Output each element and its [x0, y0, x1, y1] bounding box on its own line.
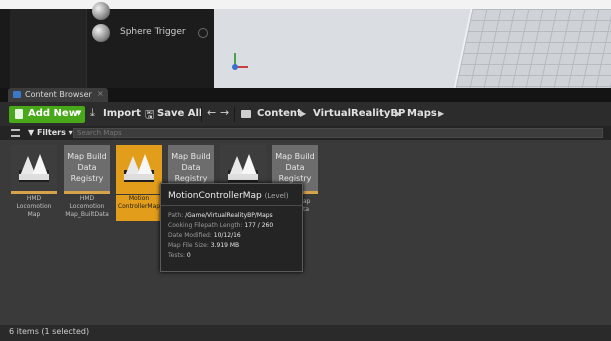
save-icon: 🖫: [145, 108, 155, 121]
asset-name: HMD Locomotion Map: [16, 195, 52, 218]
place-item-sphere-trigger[interactable]: Sphere Trigger: [92, 23, 210, 43]
asset-type-stripe: [64, 191, 110, 194]
tooltip-row-date-modified: Date Modified: 10/12/16: [168, 232, 241, 239]
breadcrumb-virtualrealitybp[interactable]: VirtualRealityBP: [313, 108, 405, 119]
item-count: 6 items (1 selected): [9, 327, 90, 336]
place-item-label: Sphere Trigger: [120, 27, 186, 37]
info-icon[interactable]: [198, 28, 208, 38]
new-file-icon: [15, 109, 23, 119]
place-item[interactable]: [92, 1, 210, 21]
add-new-label: Add New: [28, 108, 78, 119]
level-map-icon: [228, 154, 258, 182]
content-browser-icon: [13, 91, 21, 98]
asset-tooltip: MotionControllerMap (Level) Path: /Game/…: [160, 183, 303, 272]
asset-thumbnail-label: Map Build Data Registry: [171, 152, 211, 183]
tooltip-row-cooking-length: Cooking Filepath Length: 177 / 260: [168, 222, 274, 229]
breadcrumb-arrow-icon[interactable]: ▶: [395, 109, 401, 118]
tab-content-browser[interactable]: Content Browser ×: [8, 88, 108, 102]
tooltip-row-tests: Tests: 0: [168, 252, 191, 259]
tooltip-row-path: Path: /Game/VirtualRealityBP/Maps: [168, 212, 273, 219]
viewport-floor-grid: [453, 9, 611, 88]
asset-tile-hmd-builtdata[interactable]: Map Build Data Registry HMD Locomotion M…: [64, 145, 110, 227]
add-new-button[interactable]: Add New ▼: [9, 106, 85, 123]
asset-thumbnail-label: Map Build Data Registry: [275, 152, 315, 183]
import-button[interactable]: Import: [103, 108, 141, 119]
asset-type-stripe: [116, 191, 162, 194]
tooltip-title: MotionControllerMap (Level): [168, 191, 289, 201]
tooltip-divider: [161, 205, 302, 206]
sources-toggle-icon[interactable]: [11, 129, 20, 137]
tab-label: Content Browser: [25, 90, 92, 99]
breadcrumb-content[interactable]: Content: [257, 108, 302, 119]
asset-thumbnail: [116, 145, 162, 191]
asset-type-stripe: [11, 191, 57, 194]
level-viewport[interactable]: [214, 9, 611, 88]
asset-thumbnail-label: Map Build Data Registry: [67, 152, 107, 183]
breadcrumb-maps[interactable]: Maps: [407, 108, 437, 119]
search-input[interactable]: [73, 128, 603, 138]
status-bar: 6 items (1 selected): [0, 325, 611, 341]
asset-view[interactable]: HMD Locomotion Map Map Build Data Regist…: [0, 140, 611, 325]
level-map-icon: [124, 154, 154, 182]
import-icon: ⤓: [90, 106, 95, 119]
asset-name: Motion ControllerMap: [116, 195, 162, 221]
tooltip-row-file-size: Map File Size: 3.919 MB: [168, 242, 240, 249]
asset-thumbnail: Map Build Data Registry: [64, 145, 110, 191]
actor-thumbnail-icon: [92, 2, 110, 20]
toolbar-divider: [201, 107, 202, 122]
save-all-button[interactable]: Save All: [157, 108, 202, 119]
asset-name-fragment: ta: [303, 206, 310, 213]
breadcrumb-arrow-icon[interactable]: ▶: [300, 109, 306, 118]
asset-tile-hmd-locomotion-map[interactable]: HMD Locomotion Map: [11, 145, 57, 227]
chevron-down-icon: ▼: [76, 109, 82, 117]
asset-name-fragment: ap: [303, 198, 311, 205]
forward-arrow-icon[interactable]: →: [220, 106, 229, 119]
breadcrumb-arrow-icon[interactable]: ▶: [438, 109, 444, 118]
place-actors-panel: Sphere Trigger: [86, 2, 215, 88]
left-gap: [0, 9, 10, 88]
filter-bar: ▼ Filters ▾: [0, 126, 611, 140]
sphere-icon: [92, 24, 110, 42]
folder-icon: [241, 110, 251, 118]
toolbar-divider: [234, 107, 235, 122]
filters-button[interactable]: ▼ Filters ▾: [28, 128, 73, 137]
close-tab-icon[interactable]: ×: [97, 89, 104, 98]
asset-tile-motion-controller-map[interactable]: Motion ControllerMap: [116, 145, 162, 227]
content-browser-toolbar: Add New ▼ ⤓ Import 🖫 Save All ← → Conten…: [0, 102, 611, 127]
asset-name: HMD Locomotion Map_BuiltData: [65, 195, 109, 218]
outliner-panel: [10, 9, 86, 88]
level-map-icon: [19, 154, 49, 182]
asset-thumbnail: [11, 145, 57, 191]
back-arrow-icon[interactable]: ←: [207, 106, 216, 119]
